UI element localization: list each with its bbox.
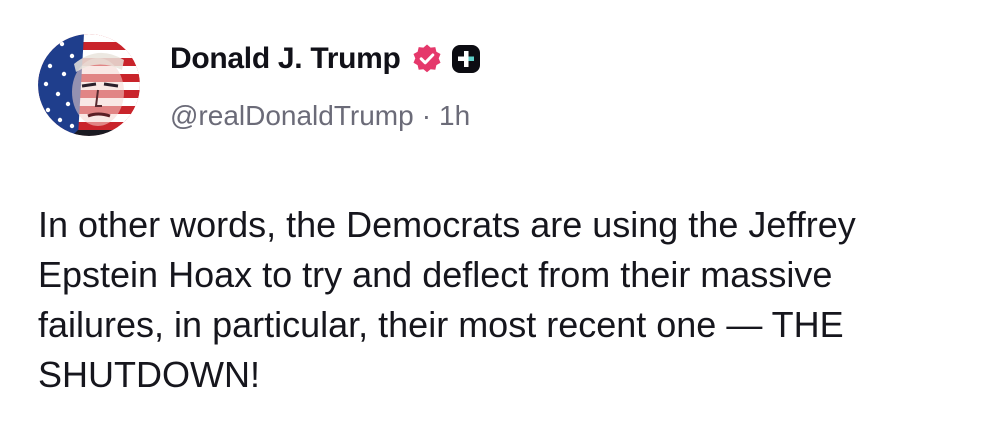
post-card: Donald J. Trump @realDonaldTrump · 1h In…	[0, 0, 1000, 436]
avatar[interactable]	[38, 34, 140, 136]
display-name[interactable]: Donald J. Trump	[170, 42, 401, 76]
avatar-image	[38, 34, 140, 136]
handle-row: @realDonaldTrump · 1h	[170, 96, 470, 136]
post-text: In other words, the Democrats are using …	[38, 204, 856, 395]
author-name-row: Donald J. Trump	[170, 38, 481, 80]
verified-badge-icon	[411, 43, 443, 75]
post-timestamp[interactable]: 1h	[439, 100, 470, 132]
separator-dot: ·	[421, 100, 432, 131]
truth-plus-icon	[451, 44, 481, 74]
author-handle[interactable]: @realDonaldTrump	[170, 100, 414, 132]
